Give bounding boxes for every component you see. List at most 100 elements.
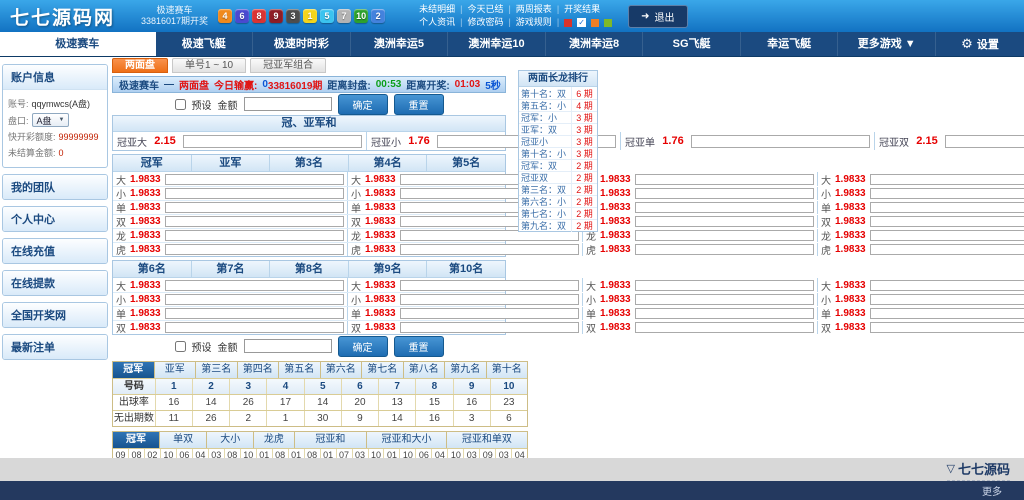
bet-amount-input[interactable] [635, 230, 814, 241]
bet-amount-input[interactable] [870, 294, 1024, 305]
top-menu-link[interactable]: 个人资讯 [419, 16, 455, 29]
bet-amount-input[interactable] [165, 280, 344, 291]
bet-amount-input[interactable] [400, 280, 579, 291]
bet-amount-input[interactable] [635, 280, 814, 291]
trend-tab-5[interactable]: 冠亚和 [295, 432, 368, 448]
bet-amount-input[interactable] [870, 322, 1024, 333]
rank-tab-7[interactable]: 第七名 [362, 362, 404, 378]
rank-tab-1[interactable]: 冠军 [113, 362, 155, 378]
play-mode-tab-2[interactable]: 单号1 ~ 10 [172, 58, 246, 73]
trend-tab-1[interactable]: 冠军 [113, 432, 160, 448]
bet-amount-input[interactable] [870, 308, 1024, 319]
preset-checkbox[interactable] [175, 341, 186, 352]
bet-amount-input[interactable] [870, 216, 1024, 227]
nav-tab-3[interactable]: 极速时时彩 [253, 32, 351, 56]
plate-select[interactable]: A盘 ▼ [32, 113, 70, 127]
nav-tab-1[interactable]: 极速赛车 [0, 32, 156, 56]
bet-amount-input[interactable] [870, 244, 1024, 255]
bet-amount-input[interactable] [635, 308, 814, 319]
nav-tab-5[interactable]: 澳洲幸运10 [448, 32, 546, 56]
top-menu-link[interactable]: 游戏规则 [516, 16, 552, 29]
rank-tab-2[interactable]: 亚军 [155, 362, 197, 378]
top-menu-link[interactable]: 今天已结 [467, 3, 503, 16]
reset-button[interactable]: 重置 [394, 94, 444, 115]
bet-amount-input[interactable] [400, 322, 579, 333]
top-menu-link[interactable]: 修改密码 [467, 16, 503, 29]
rank-tab-4[interactable]: 第四名 [238, 362, 280, 378]
trend-tab-2[interactable]: 单双 [160, 432, 207, 448]
username-label: 账号: [8, 97, 29, 110]
bet-amount-input[interactable] [165, 322, 344, 333]
nav-tab-6[interactable]: 澳洲幸运8 [546, 32, 644, 56]
top-menu-link[interactable]: 开奖结果 [564, 3, 600, 16]
amount-input[interactable] [244, 339, 332, 353]
bet-amount-input[interactable] [165, 230, 344, 241]
play-mode-tab-1[interactable]: 两面盘 [112, 58, 168, 73]
rank-tab-3[interactable]: 第三名 [196, 362, 238, 378]
bet-amount-input[interactable] [165, 294, 344, 305]
bet-amount-input[interactable] [165, 202, 344, 213]
bet-amount-input[interactable] [870, 230, 1024, 241]
bet-amount-input[interactable] [400, 308, 579, 319]
sidebar-item[interactable]: 个人中心 [3, 207, 107, 231]
amount-input[interactable] [244, 97, 332, 111]
bet-amount-input[interactable] [400, 244, 579, 255]
top-menu-link[interactable]: 两周报表 [516, 3, 552, 16]
bet-amount-input[interactable] [165, 244, 344, 255]
nav-tab-4[interactable]: 澳洲幸运5 [351, 32, 449, 56]
top-menu-link[interactable]: 未结明细 [419, 3, 455, 16]
sidebar-item[interactable]: 在线提款 [3, 271, 107, 295]
bet-amount-input[interactable] [635, 322, 814, 333]
trend-tab-4[interactable]: 龙虎 [254, 432, 294, 448]
dragon-label: 第十名：双 [519, 87, 571, 100]
bet-amount-input[interactable] [635, 202, 814, 213]
sidebar-item[interactable]: 我的团队 [3, 175, 107, 199]
sidebar-item[interactable]: 在线充值 [3, 239, 107, 263]
trend-tab-3[interactable]: 大小 [207, 432, 254, 448]
sidebar-item[interactable]: 全国开奖网 [3, 303, 107, 327]
bet-amount-input[interactable] [635, 216, 814, 227]
preset-checkbox[interactable] [175, 99, 186, 110]
bet-amount-input[interactable] [870, 188, 1024, 199]
stats-row-label: 号码 [113, 379, 156, 394]
bet-amount-input[interactable] [635, 244, 814, 255]
logout-button[interactable]: ➜ 退出 [628, 5, 687, 28]
bet-type-label: 大 [821, 278, 832, 293]
legend-checkbox-checked[interactable]: ✓ [577, 18, 586, 27]
nav-tab-8[interactable]: 幸运飞艇 [741, 32, 839, 56]
confirm-button[interactable]: 确定 [338, 94, 388, 115]
bet-amount-input[interactable] [165, 216, 344, 227]
bet-amount-input[interactable] [870, 174, 1024, 185]
rank-tab-6[interactable]: 第六名 [321, 362, 363, 378]
bet-amount-input[interactable] [400, 294, 579, 305]
nav-tab-7[interactable]: SG飞艇 [643, 32, 741, 56]
nav-tab-9[interactable]: 更多游戏 ▼ [838, 32, 936, 56]
odds-value: 1.9833 [130, 322, 162, 333]
trend-tab-6[interactable]: 冠亚和大小 [367, 432, 447, 448]
rank-tab-9[interactable]: 第九名 [445, 362, 487, 378]
reset-button[interactable]: 重置 [394, 336, 444, 357]
rank-tab-10[interactable]: 第十名 [487, 362, 528, 378]
bet-amount-input[interactable] [635, 294, 814, 305]
bet-amount-input[interactable] [870, 280, 1024, 291]
bet-amount-input[interactable] [635, 174, 814, 185]
bet-amount-input[interactable] [945, 135, 1024, 148]
rank-tab-8[interactable]: 第八名 [404, 362, 446, 378]
bet-amount-input[interactable] [165, 174, 344, 185]
settings-button[interactable]: ⚙ 设置 [936, 32, 1024, 56]
bet-amount-input[interactable] [691, 135, 870, 148]
nav-tab-2[interactable]: 极速飞艇 [156, 32, 254, 56]
sidebar-item[interactable]: 最新注单 [3, 335, 107, 359]
bet-amount-input[interactable] [183, 135, 362, 148]
confirm-button[interactable]: 确定 [338, 336, 388, 357]
bet-amount-input[interactable] [870, 202, 1024, 213]
bet-amount-input[interactable] [165, 188, 344, 199]
trend-tab-7[interactable]: 冠亚和单双 [447, 432, 527, 448]
rank-tab-5[interactable]: 第五名 [279, 362, 321, 378]
bet-type-label: 双 [351, 214, 362, 229]
more-link[interactable]: 更多 [982, 483, 1002, 498]
bet-amount-input[interactable] [635, 188, 814, 199]
bet-amount-input[interactable] [165, 308, 344, 319]
odds-value: 1.9833 [130, 308, 162, 319]
play-mode-tab-3[interactable]: 冠亚军组合 [250, 58, 326, 73]
